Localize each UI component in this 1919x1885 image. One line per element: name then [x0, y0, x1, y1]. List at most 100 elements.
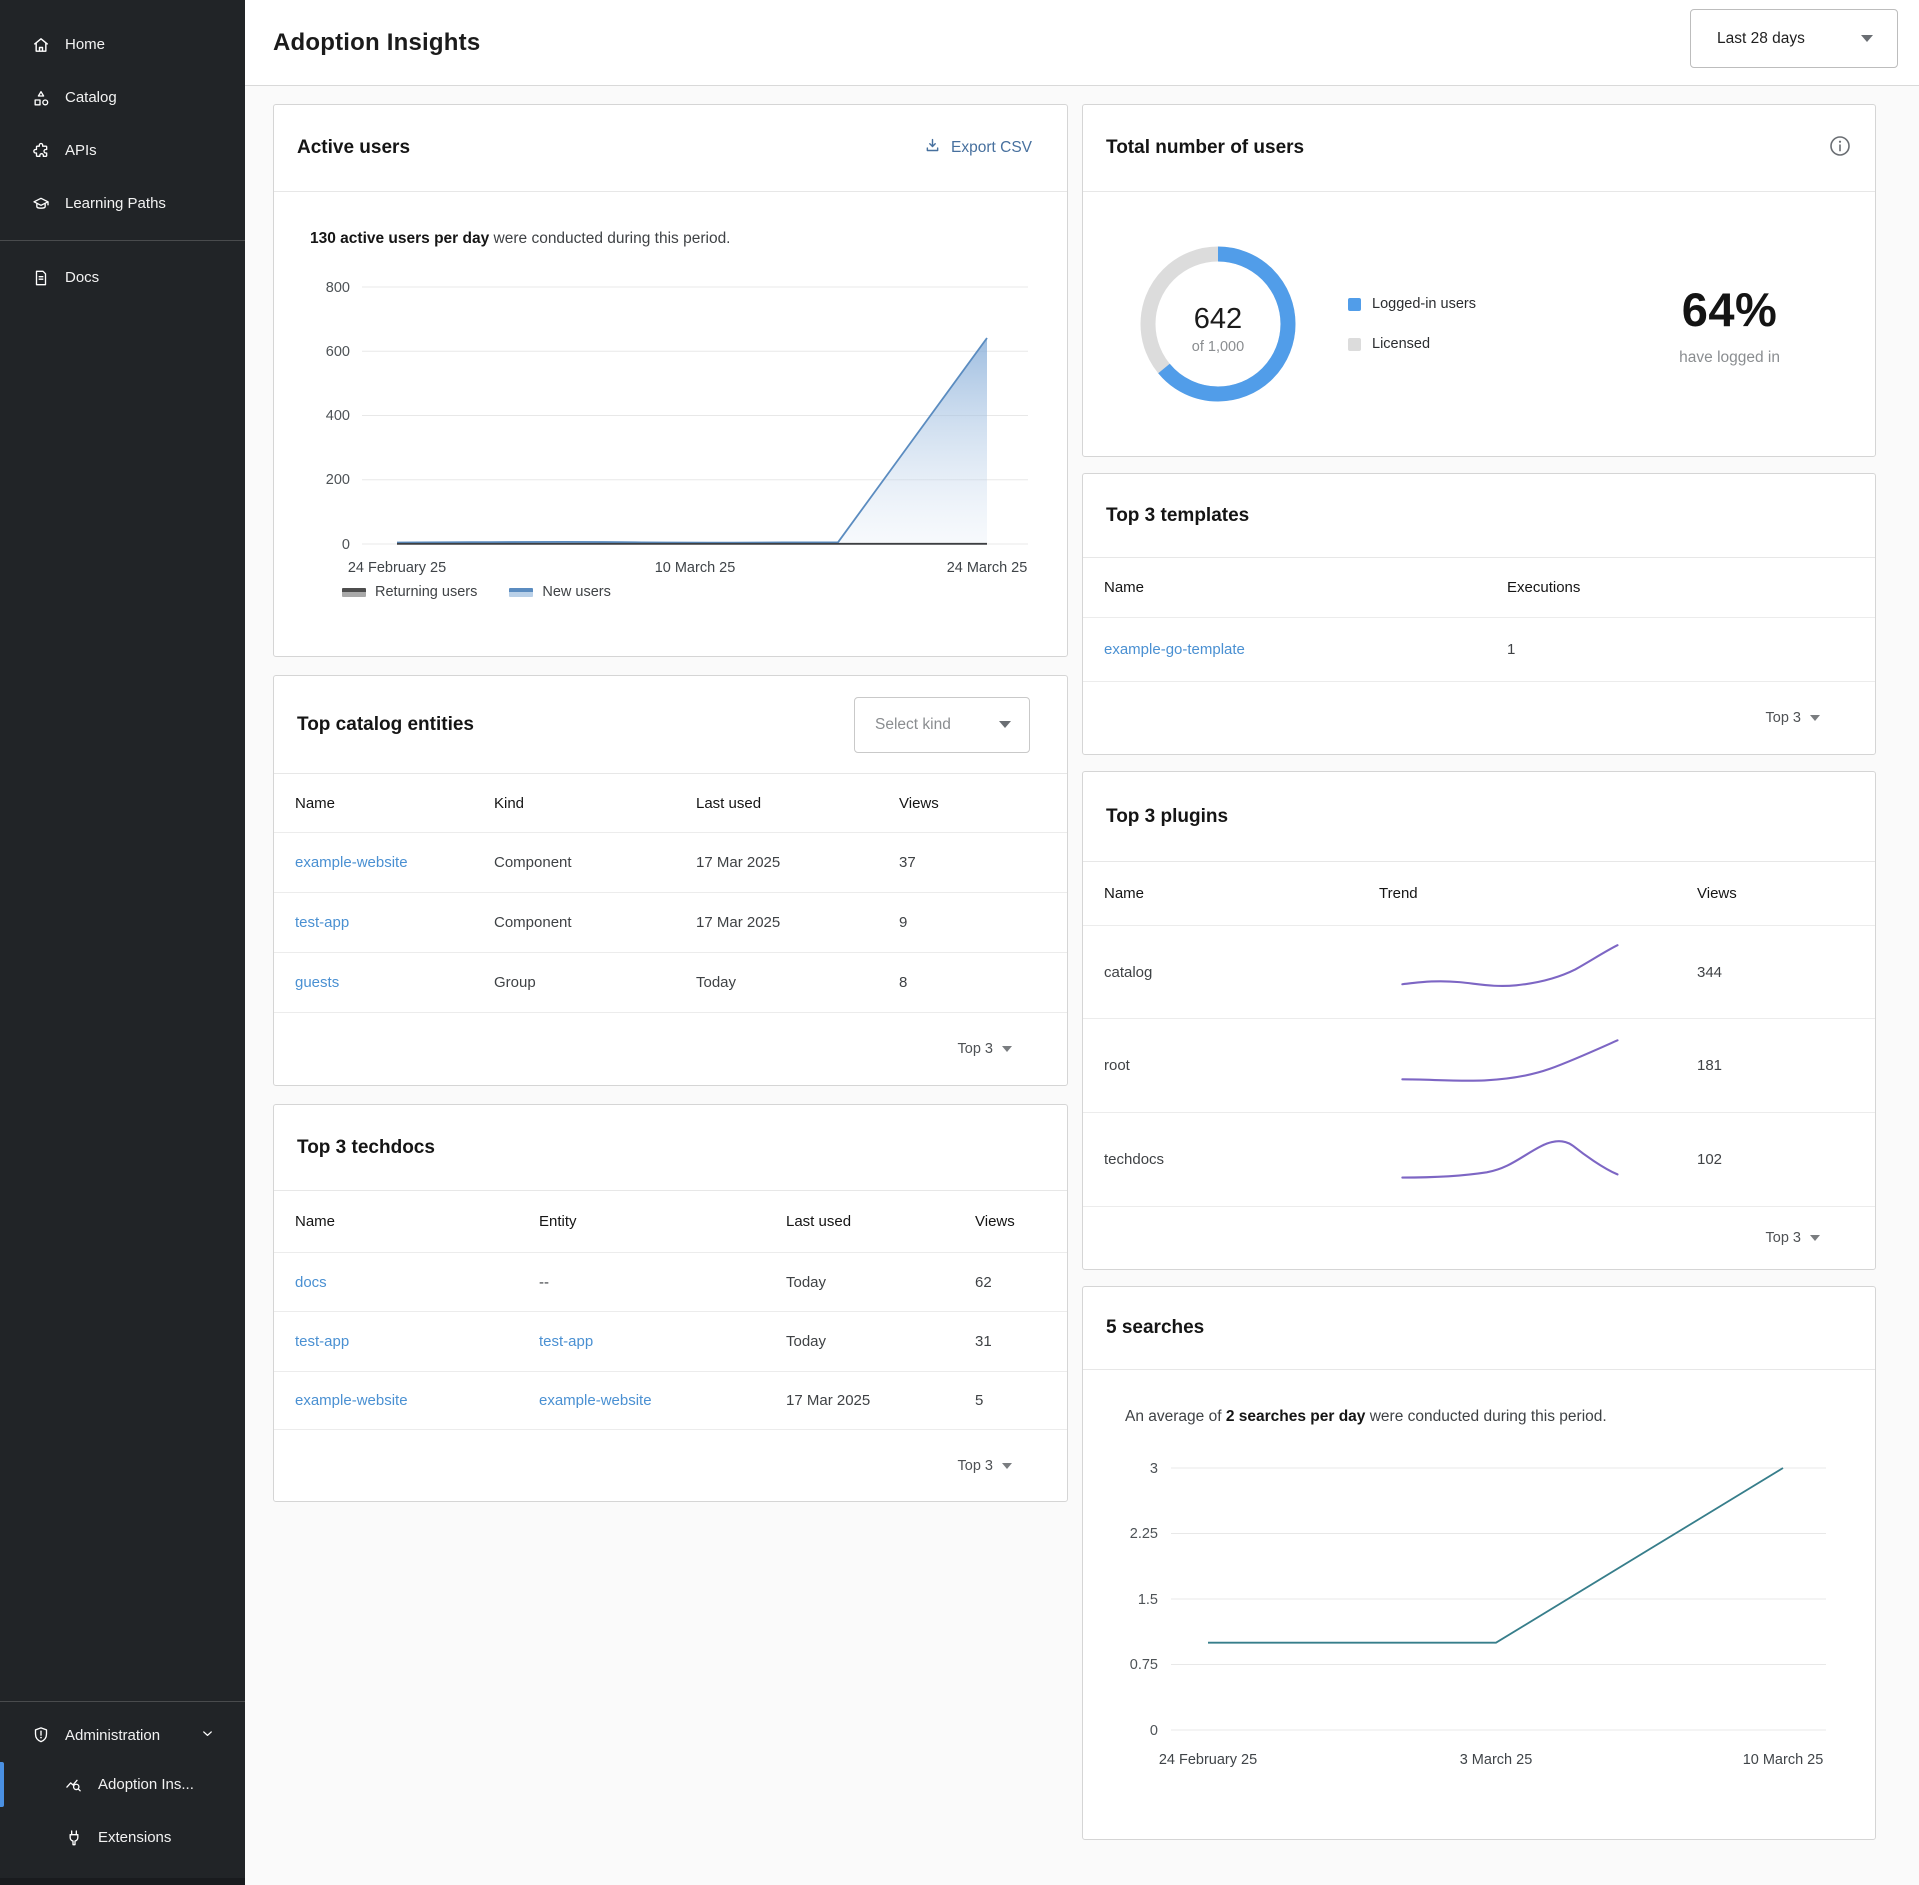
export-csv-label: Export CSV	[951, 139, 1032, 157]
sidebar-item-label: Home	[65, 36, 105, 53]
chevron-down-icon	[200, 1726, 215, 1745]
table-row: guests Group Today 8	[274, 953, 1067, 1013]
table-row: test-app test-app Today 31	[274, 1312, 1067, 1372]
svg-text:of 1,000: of 1,000	[1192, 339, 1244, 355]
table-row: example-website Component 17 Mar 2025 37	[274, 833, 1067, 893]
top-techdocs-card: Top 3 techdocs Name Entity Last used Vie…	[273, 1104, 1068, 1502]
active-users-chart: 800 600 400 200 0 24 February 25 10 Marc…	[274, 262, 1030, 580]
logged-in-caption: have logged in	[1679, 349, 1780, 367]
card-title: Top catalog entities	[297, 714, 474, 736]
card-title: Total number of users	[1106, 137, 1304, 159]
entity-link[interactable]: test-app	[539, 1333, 786, 1350]
top-n-selector[interactable]: Top 3	[1083, 682, 1875, 754]
sidebar-item-catalog[interactable]: Catalog	[0, 71, 245, 124]
entity-link[interactable]: example-website	[539, 1392, 786, 1409]
sidebar-item-label: Adoption Ins...	[98, 1776, 194, 1793]
template-link[interactable]: example-go-template	[1104, 641, 1507, 658]
chevron-down-icon	[1810, 715, 1820, 721]
donut-legend: Logged-in users Licensed	[1348, 296, 1476, 352]
learning-paths-icon	[31, 194, 51, 214]
top-n-selector[interactable]: Top 3	[274, 1430, 1067, 1501]
svg-text:600: 600	[326, 344, 350, 360]
sidebar-item-label: Extensions	[98, 1829, 171, 1846]
svg-text:3: 3	[1150, 1461, 1158, 1477]
card-title: Top 3 techdocs	[297, 1137, 435, 1159]
sidebar-item-label: APIs	[65, 142, 97, 159]
techdoc-link[interactable]: example-website	[295, 1392, 539, 1409]
chevron-down-icon	[1810, 1235, 1820, 1241]
card-title: Top 3 plugins	[1106, 806, 1228, 828]
sidebar-item-label: Administration	[65, 1727, 160, 1744]
active-users-legend: Returning users New users	[342, 584, 1067, 600]
export-csv-button[interactable]: Export CSV	[923, 136, 1044, 160]
top-plugins-card: Top 3 plugins Name Trend Views catalog	[1082, 771, 1876, 1270]
sidebar-item-home[interactable]: Home	[0, 18, 245, 71]
chevron-down-icon	[1002, 1046, 1012, 1052]
sidebar-item-administration[interactable]: Administration	[0, 1712, 245, 1758]
entity-link[interactable]: test-app	[295, 914, 494, 931]
sidebar-item-adoption-insights[interactable]: Adoption Ins...	[0, 1758, 245, 1811]
svg-text:24 March 25: 24 March 25	[947, 560, 1028, 576]
sidebar-divider	[0, 240, 245, 241]
info-icon[interactable]	[1828, 134, 1852, 163]
chevron-down-icon	[1002, 1463, 1012, 1469]
svg-text:24 February 25: 24 February 25	[1159, 1752, 1257, 1768]
page-header: Adoption Insights Last 28 days	[245, 0, 1919, 86]
top-n-selector[interactable]: Top 3	[274, 1013, 1067, 1085]
table-row: example-website example-website 17 Mar 2…	[274, 1372, 1067, 1430]
svg-text:2.25: 2.25	[1130, 1526, 1158, 1542]
entity-link[interactable]: guests	[295, 974, 494, 991]
column-header: Name	[295, 795, 494, 812]
searches-summary: An average of 2 searches per day were co…	[1083, 1370, 1875, 1426]
legend-item-new-users: New users	[509, 584, 611, 600]
kind-filter-select[interactable]: Select kind	[854, 697, 1030, 753]
adoption-insights-icon	[64, 1775, 84, 1795]
trend-sparkline	[1379, 1128, 1697, 1191]
chevron-down-icon	[999, 721, 1011, 728]
column-header: Last used	[696, 795, 899, 812]
svg-text:3 March 25: 3 March 25	[1460, 1752, 1533, 1768]
sidebar-item-learning-paths[interactable]: Learning Paths	[0, 177, 245, 230]
sidebar-item-docs[interactable]: Docs	[0, 251, 245, 304]
top-n-selector[interactable]: Top 3	[1083, 1207, 1875, 1269]
column-header: Views	[899, 795, 1067, 812]
page-title: Adoption Insights	[273, 29, 480, 57]
searches-chart: 3 2.25 1.5 0.75 0 24 February 25 3 March…	[1083, 1448, 1838, 1778]
table-row: test-app Component 17 Mar 2025 9	[274, 893, 1067, 953]
svg-text:1.5: 1.5	[1138, 1592, 1158, 1608]
date-range-value: Last 28 days	[1717, 30, 1805, 48]
sidebar-item-extensions[interactable]: Extensions	[0, 1811, 245, 1864]
searches-header: 5 searches	[1083, 1287, 1875, 1369]
sidebar: Home Catalog APIs Learning Paths Docs	[0, 0, 245, 1885]
sidebar-item-apis[interactable]: APIs	[0, 124, 245, 177]
svg-text:0: 0	[342, 537, 350, 553]
table-header-row: Name Executions	[1083, 558, 1875, 618]
returning-users-swatch	[342, 588, 366, 597]
logged-in-donut-chart: 642 of 1,000	[1123, 229, 1313, 419]
logged-in-percent-block: 64% have logged in	[1679, 282, 1780, 367]
top-templates-card: Top 3 templates Name Executions example-…	[1082, 473, 1876, 755]
sidebar-item-label: Docs	[65, 269, 99, 286]
sidebar-item-label: Catalog	[65, 89, 117, 106]
table-header-row: Name Entity Last used Views	[274, 1191, 1067, 1253]
techdoc-link[interactable]: docs	[295, 1274, 539, 1291]
legend-swatch	[1348, 298, 1361, 311]
svg-text:24 February 25: 24 February 25	[348, 560, 446, 576]
table-row: root 181	[1083, 1019, 1875, 1113]
active-users-card: Active users Export CSV 130 active users…	[273, 104, 1068, 657]
svg-text:642: 642	[1194, 303, 1242, 335]
entity-link[interactable]: example-website	[295, 854, 494, 871]
home-icon	[31, 35, 51, 55]
column-header: Kind	[494, 795, 696, 812]
templates-header: Top 3 templates	[1083, 474, 1875, 557]
docs-icon	[31, 268, 51, 288]
column-header: Name	[295, 1213, 539, 1230]
new-users-swatch	[509, 588, 533, 597]
card-title: Top 3 templates	[1106, 505, 1249, 527]
techdoc-link[interactable]: test-app	[295, 1333, 539, 1350]
trend-sparkline	[1379, 941, 1697, 1004]
column-header: Trend	[1379, 885, 1697, 902]
date-range-select[interactable]: Last 28 days	[1690, 9, 1898, 68]
dashboard-content: Active users Export CSV 130 active users…	[245, 86, 1919, 1885]
sidebar-item-label: Learning Paths	[65, 195, 166, 212]
